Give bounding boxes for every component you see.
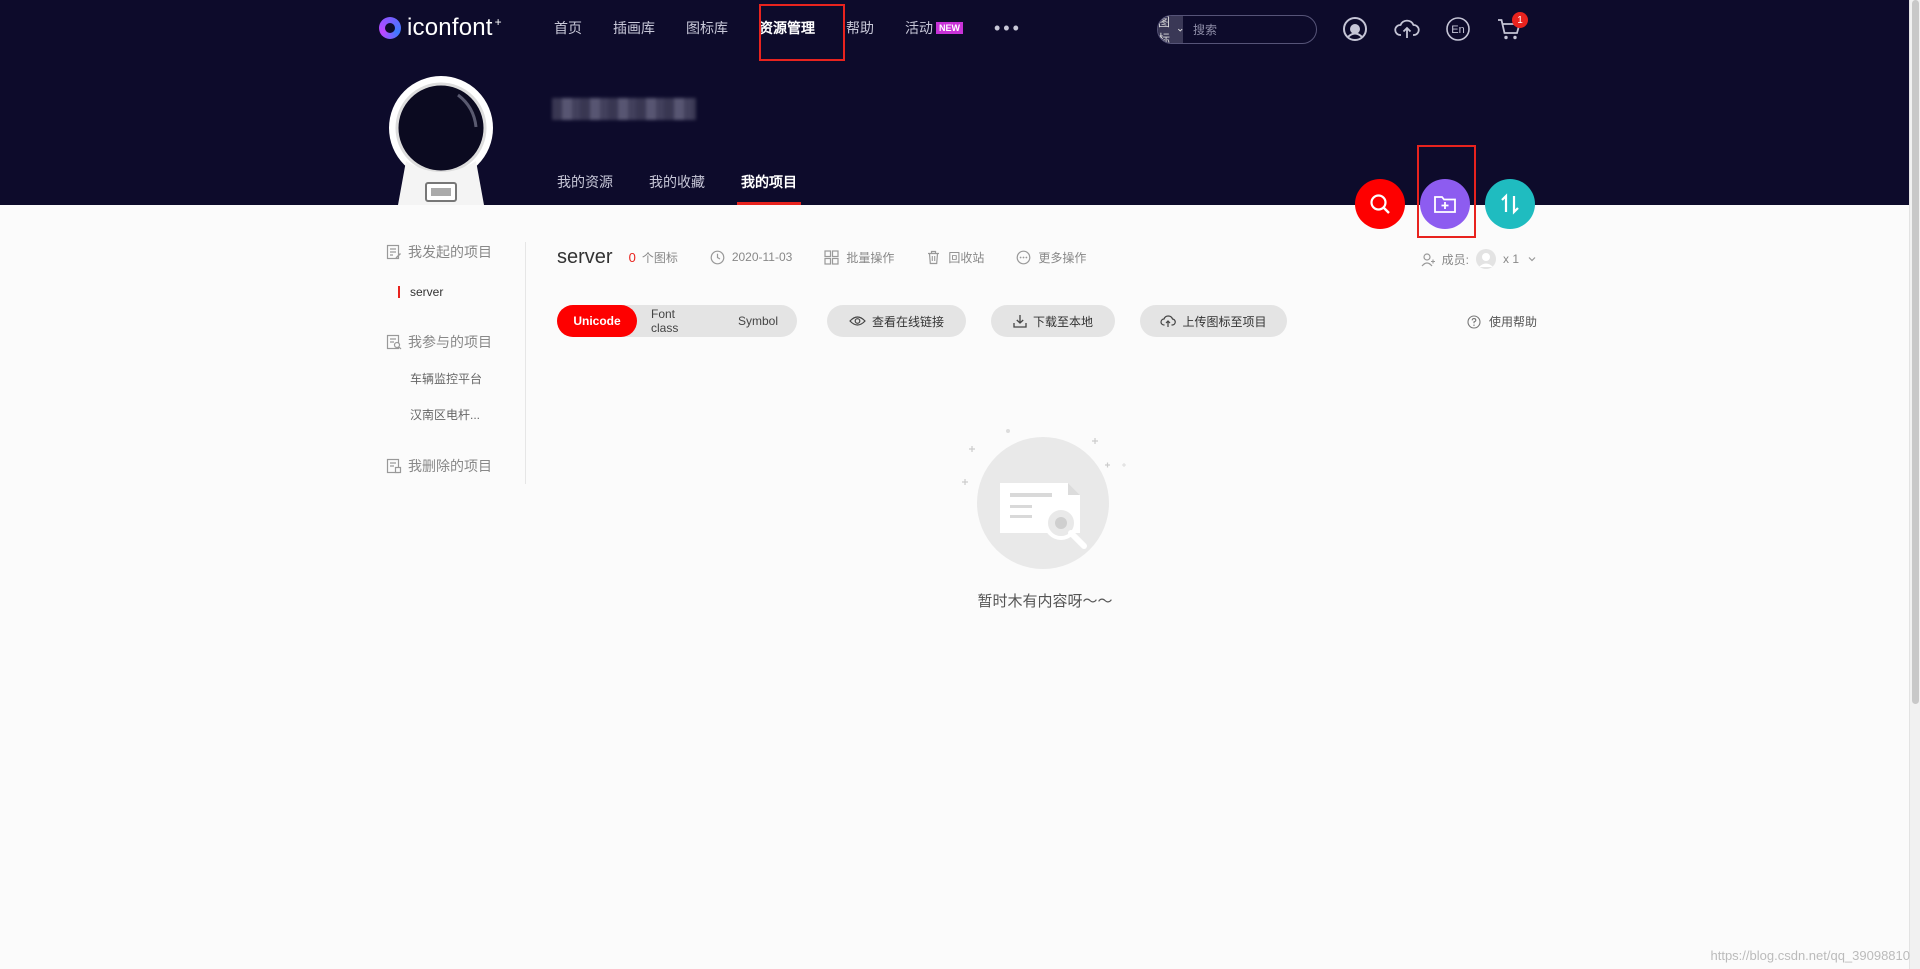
more-operations-button[interactable]: 更多操作 xyxy=(1016,249,1086,266)
sidebar-joined-projects-title[interactable]: 我参与的项目 xyxy=(386,332,525,352)
sidebar-item-vehicle-monitoring[interactable]: 车辆监控平台 xyxy=(386,368,525,388)
tab-my-resources[interactable]: 我的资源 xyxy=(557,158,613,205)
cart-count-badge: 1 xyxy=(1512,12,1528,28)
tab-my-favorites[interactable]: 我的收藏 xyxy=(649,158,705,205)
logo-text: iconfont xyxy=(407,14,493,41)
more-menu-icon[interactable]: ••• xyxy=(994,18,1022,39)
watermark: https://blog.csdn.net/qq_39098810 xyxy=(1710,948,1911,963)
recycle-bin-button[interactable]: 回收站 xyxy=(926,249,984,266)
project-header: server 0 个图标 2020-11-03 批量操作 回收站 更多操作 成员… xyxy=(557,242,1537,272)
fab-sort-button[interactable] xyxy=(1485,179,1535,229)
eye-icon xyxy=(849,316,866,326)
batch-operation-button[interactable]: 批量操作 xyxy=(824,249,894,266)
download-icon xyxy=(1013,315,1027,328)
usage-help-label: 使用帮助 xyxy=(1488,315,1537,329)
format-switch: Unicode Font class Symbol xyxy=(557,305,797,337)
help-circle-icon xyxy=(1467,314,1481,329)
project-deleted-icon xyxy=(386,458,402,474)
view-online-link-label: 查看在线链接 xyxy=(871,314,944,329)
logo-star: + xyxy=(494,15,502,29)
cart-icon[interactable]: 1 xyxy=(1496,12,1528,42)
sort-icon xyxy=(1501,193,1519,215)
recycle-bin-label: 回收站 xyxy=(948,250,985,265)
language-label: En xyxy=(1451,24,1464,36)
fab-search-button[interactable] xyxy=(1355,179,1405,229)
search-input[interactable] xyxy=(1183,16,1316,43)
highlight-box-nav xyxy=(759,4,845,61)
upload-cloud-icon xyxy=(1160,315,1177,327)
new-badge: NEW xyxy=(936,22,963,34)
usage-help-link[interactable]: 使用帮助 xyxy=(1467,313,1537,330)
member-avatar-icon xyxy=(1475,249,1496,269)
sidebar-deleted-projects-title[interactable]: 我删除的项目 xyxy=(386,456,525,476)
sidebar-joined-label: 我参与的项目 xyxy=(408,334,492,350)
batch-operation-label: 批量操作 xyxy=(846,250,895,265)
project-list-icon xyxy=(386,244,401,260)
icon-count-label: 个图标 xyxy=(641,250,678,265)
project-sidebar: 我发起的项目 server 我参与的项目 车辆监控平台 汉南区电杆... 我删除… xyxy=(386,242,526,484)
icon-count: 0 xyxy=(628,249,636,265)
tab-my-projects[interactable]: 我的项目 xyxy=(737,158,801,205)
logo[interactable]: iconfont + xyxy=(379,14,502,42)
avatar[interactable] xyxy=(388,75,494,205)
grid-icon xyxy=(824,249,839,265)
nav-home[interactable]: 首页 xyxy=(554,18,582,38)
search-icon xyxy=(1370,194,1390,214)
logo-icon xyxy=(379,17,401,39)
nav-activity[interactable]: 活动 NEW xyxy=(905,18,963,38)
sidebar-item-server[interactable]: server xyxy=(386,282,525,302)
members-label: 成员: xyxy=(1441,252,1469,267)
project-date-text: 2020-11-03 xyxy=(731,250,793,264)
format-symbol-tab[interactable]: Symbol xyxy=(719,305,797,337)
sidebar-created-projects-title[interactable]: 我发起的项目 xyxy=(386,242,525,262)
clock-icon xyxy=(710,250,725,264)
empty-state-illustration xyxy=(960,425,1130,615)
sidebar-deleted-label: 我删除的项目 xyxy=(408,458,492,474)
more-operations-label: 更多操作 xyxy=(1038,250,1087,265)
upload-to-project-label: 上传图标至项目 xyxy=(1182,314,1267,329)
download-local-label: 下载至本地 xyxy=(1032,314,1093,329)
language-switch-icon[interactable]: En xyxy=(1445,16,1471,42)
project-members[interactable]: 成员: x 1 xyxy=(1421,248,1537,270)
scrollbar-thumb[interactable] xyxy=(1912,0,1919,704)
page-scrollbar[interactable] xyxy=(1909,0,1920,969)
format-unicode-tab[interactable]: Unicode xyxy=(557,305,637,337)
project-date: 2020-11-03 xyxy=(710,250,793,265)
highlight-box-fab xyxy=(1417,145,1476,238)
search-type-label: 图标 xyxy=(1158,15,1171,44)
nav-icon-library[interactable]: 图标库 xyxy=(686,18,728,38)
upload-cloud-icon[interactable] xyxy=(1394,16,1420,42)
user-center-icon[interactable] xyxy=(1342,16,1368,42)
nav-activity-label: 活动 xyxy=(905,20,933,36)
members-count: x 1 xyxy=(1502,252,1519,266)
format-fontclass-tab[interactable]: Font class xyxy=(637,305,719,337)
profile-tabs: 我的资源 我的收藏 我的项目 xyxy=(557,158,833,205)
trash-icon xyxy=(928,250,940,264)
search-type-select[interactable]: 图标 xyxy=(1158,15,1184,44)
nav-illustrations[interactable]: 插画库 xyxy=(613,18,655,38)
sidebar-created-label: 我发起的项目 xyxy=(408,244,492,260)
chevron-down-icon xyxy=(1528,257,1536,262)
more-dots-icon xyxy=(1016,250,1031,264)
download-local-button[interactable]: 下载至本地 xyxy=(991,305,1115,337)
empty-state-text: 暂时木有内容呀～～ xyxy=(977,593,1113,610)
sidebar-item-hannan-pole[interactable]: 汉南区电杆... xyxy=(386,404,525,424)
project-name: server xyxy=(557,245,613,268)
upload-to-project-button[interactable]: 上传图标至项目 xyxy=(1140,305,1287,337)
nav-help[interactable]: 帮助 xyxy=(846,18,874,38)
project-joined-icon xyxy=(386,334,402,350)
header: iconfont + 首页 插画库 图标库 资源管理 帮助 活动 NEW ••• … xyxy=(0,0,1920,205)
members-icon xyxy=(1421,252,1435,266)
project-toolbar: Unicode Font class Symbol 查看在线链接 下载至本地 上… xyxy=(557,305,1537,337)
view-online-link-button[interactable]: 查看在线链接 xyxy=(827,305,966,337)
username-redacted xyxy=(552,98,696,120)
search-bar: 图标 xyxy=(1157,15,1317,44)
top-navbar: iconfont + 首页 插画库 图标库 资源管理 帮助 活动 NEW ••• … xyxy=(0,0,1920,61)
